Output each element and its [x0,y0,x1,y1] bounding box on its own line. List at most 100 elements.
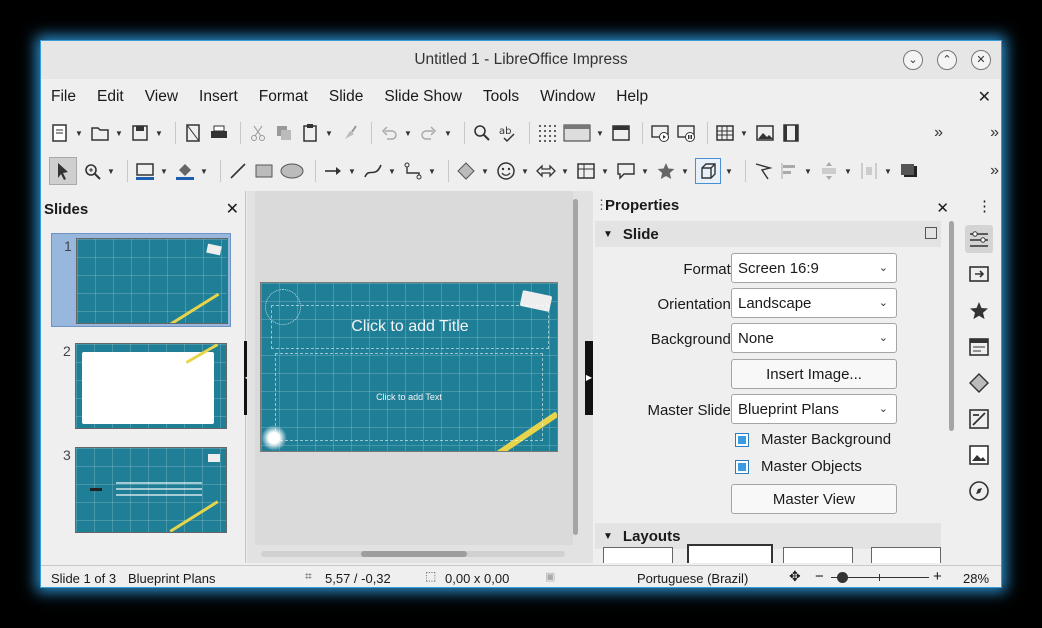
rectangle-icon[interactable] [253,160,275,182]
zoom-slider-thumb[interactable] [837,572,848,583]
slide-thumbnail-3[interactable]: 3 [51,443,231,537]
zoom-out-button[interactable]: − [815,568,824,585]
text-placeholder[interactable]: Click to add Text [275,353,543,441]
arrange-icon[interactable] [818,160,840,182]
flowchart-dropdown-icon[interactable]: ▼ [601,160,609,182]
zoom-level-status[interactable]: 28% [963,571,989,586]
styles-tab[interactable] [965,405,993,433]
cut-icon[interactable] [247,122,269,144]
master-status[interactable]: Blueprint Plans [128,571,215,586]
toolbar-overflow-button-2[interactable]: » [990,124,999,142]
select-arrow-icon[interactable] [49,157,77,185]
symbol-shapes-dropdown-icon[interactable]: ▼ [521,160,529,182]
layout-option-selected[interactable] [687,544,773,563]
spelling-icon[interactable]: ab [497,122,519,144]
curves-dropdown-icon[interactable]: ▼ [388,160,396,182]
media-icon[interactable] [780,122,802,144]
shapes-tab[interactable] [965,369,993,397]
undo-dropdown-icon[interactable]: ▼ [404,122,412,144]
fill-color-icon[interactable] [174,160,196,182]
zoom-dropdown-icon[interactable]: ▼ [107,160,115,182]
undo-icon[interactable] [378,122,400,144]
image-icon[interactable] [754,122,776,144]
fill-color-dropdown-icon[interactable]: ▼ [200,160,208,182]
current-slide[interactable]: Click to add Title Click to add Text [260,282,558,452]
layout-dropdown-icon[interactable]: ▼ [596,122,604,144]
master-background-checkbox[interactable]: Master Background [735,431,891,448]
open-dropdown-icon[interactable]: ▼ [115,122,123,144]
close-document-button[interactable]: ✕ [978,87,991,107]
star-icon[interactable] [655,160,677,182]
menu-window[interactable]: Window [530,88,606,106]
print-icon[interactable] [208,122,230,144]
paste-icon[interactable] [299,122,321,144]
slide-layout-icon[interactable] [562,122,592,144]
find-replace-icon[interactable] [471,122,493,144]
menu-insert[interactable]: Insert [189,88,249,106]
menu-slide[interactable]: Slide [319,88,374,106]
slide-thumbnail-1[interactable]: 1 [51,233,231,327]
line-color-dropdown-icon[interactable]: ▼ [160,160,168,182]
sidebar-menu-button[interactable]: ⋮ [977,197,992,215]
scrollbar-thumb[interactable] [573,199,578,535]
block-arrows-dropdown-icon[interactable]: ▼ [561,160,569,182]
navigator-tab[interactable] [965,477,993,505]
basic-shapes-dropdown-icon[interactable]: ▼ [481,160,489,182]
display-views-icon[interactable] [610,122,632,144]
menu-view[interactable]: View [135,88,189,106]
3d-objects-icon[interactable] [695,158,721,184]
table-icon[interactable] [714,122,736,144]
connectors-dropdown-icon[interactable]: ▼ [428,160,436,182]
properties-close-button[interactable]: ✕ [936,199,949,217]
menu-edit[interactable]: Edit [87,88,135,106]
distribute-dropdown-icon[interactable]: ▼ [884,160,892,182]
layout-option[interactable] [783,547,853,563]
new-icon[interactable] [49,122,71,144]
animation-tab[interactable] [965,297,993,325]
master-view-button[interactable]: Master View [731,484,897,514]
save-dropdown-icon[interactable]: ▼ [155,122,163,144]
flowchart-icon[interactable] [575,160,597,182]
scrollbar-thumb[interactable] [361,551,467,557]
symbol-shapes-icon[interactable] [495,160,517,182]
points-icon[interactable] [752,160,774,182]
fit-slide-icon[interactable]: ✥ [789,568,801,585]
table-dropdown-icon[interactable]: ▼ [740,122,748,144]
properties-tab[interactable] [965,225,993,253]
vertical-scrollbar[interactable] [573,199,579,535]
slides-pane-close-button[interactable]: ✕ [226,199,239,219]
align-objects-icon[interactable] [778,160,800,182]
more-options-icon[interactable] [925,227,937,239]
language-status[interactable]: Portuguese (Brazil) [637,571,748,586]
curve-icon[interactable] [362,160,384,182]
clone-formatting-icon[interactable] [339,122,361,144]
maximize-button[interactable]: ⌃ [937,50,957,70]
orientation-select[interactable]: Landscape ⌄ [731,288,897,318]
close-window-button[interactable]: ✕ [971,50,991,70]
zoom-pan-icon[interactable] [81,160,103,182]
align-dropdown-icon[interactable]: ▼ [804,160,812,182]
ellipse-icon[interactable] [279,160,305,182]
line-color-icon[interactable] [134,160,156,182]
minimize-button[interactable]: ⌄ [903,50,923,70]
callout-dropdown-icon[interactable]: ▼ [641,160,649,182]
redo-icon[interactable] [418,122,440,144]
open-folder-icon[interactable] [89,122,111,144]
basic-shapes-icon[interactable] [455,160,477,182]
start-first-slide-icon[interactable] [649,122,671,144]
slide-transition-tab[interactable] [965,261,993,289]
block-arrows-icon[interactable] [535,160,557,182]
menu-help[interactable]: Help [606,88,659,106]
menu-format[interactable]: Format [249,88,319,106]
arrow-line-icon[interactable] [322,160,344,182]
slide-thumbnail-2[interactable]: 2 [51,339,231,433]
background-select[interactable]: None ⌄ [731,323,897,353]
gallery-tab[interactable] [965,441,993,469]
horizontal-scrollbar[interactable] [261,551,565,557]
start-current-slide-icon[interactable] [675,122,697,144]
toolbar-overflow-button-3[interactable]: » [990,162,999,180]
connector-icon[interactable] [402,160,424,182]
paste-dropdown-icon[interactable]: ▼ [325,122,333,144]
layout-option[interactable] [603,547,673,563]
menu-tools[interactable]: Tools [473,88,530,106]
